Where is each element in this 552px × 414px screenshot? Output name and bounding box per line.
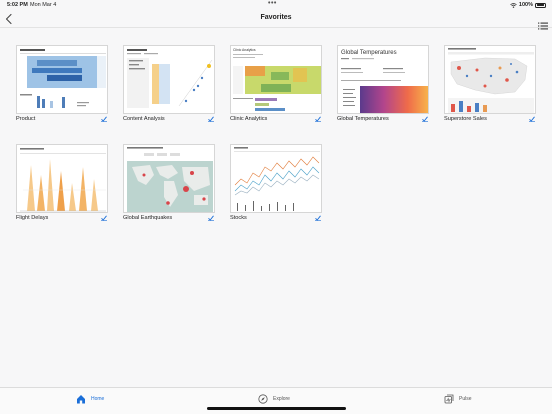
favorite-check-icon[interactable]: [101, 116, 107, 122]
card-label: Content Analysis: [123, 116, 165, 122]
favorite-check-icon[interactable]: [315, 116, 321, 122]
pulse-icon: [444, 394, 454, 404]
workbook-card-product[interactable]: Product: [16, 45, 108, 122]
workbook-thumbnail[interactable]: [230, 144, 322, 213]
workbook-thumbnail[interactable]: [444, 45, 536, 114]
wifi-icon: [510, 2, 517, 8]
workbook-card-global-temperatures[interactable]: Global Temperatures Global Temperatures: [337, 45, 429, 122]
workbook-thumbnail[interactable]: [123, 144, 215, 213]
navigation-bar: Favorites: [0, 10, 552, 28]
card-label: Stocks: [230, 215, 247, 221]
thumbnail-title: Clinic Analytics: [233, 48, 256, 52]
favorite-check-icon[interactable]: [208, 215, 214, 221]
workbook-card-superstore-sales[interactable]: Superstore Sales: [444, 45, 536, 122]
page-title: Favorites: [260, 14, 292, 21]
workbook-card-flight-delays[interactable]: Flight Delays: [16, 144, 108, 221]
card-label-row: Stocks: [230, 215, 322, 223]
workbook-card-content-analysis[interactable]: Content Analysis: [123, 45, 215, 122]
tab-pulse-label: Pulse: [459, 396, 472, 402]
tab-explore-label: Explore: [273, 396, 290, 402]
workbook-thumbnail[interactable]: [16, 45, 108, 114]
tab-explore[interactable]: Explore: [258, 394, 290, 404]
list-view-icon[interactable]: [538, 22, 548, 30]
favorite-check-icon[interactable]: [529, 116, 535, 122]
card-label: Superstore Sales: [444, 116, 487, 122]
compass-icon: [258, 394, 268, 404]
card-label-row: Superstore Sales: [444, 116, 536, 124]
card-label: Product: [16, 116, 36, 122]
workbook-card-global-earthquakes[interactable]: Global Earthquakes: [123, 144, 215, 221]
status-indicators: 100%: [510, 2, 546, 8]
favorite-check-icon[interactable]: [315, 215, 321, 221]
status-date: Mon Mar 4: [30, 2, 57, 8]
card-label-row: Content Analysis: [123, 116, 215, 124]
tab-home[interactable]: Home: [76, 394, 104, 404]
card-label-row: Global Earthquakes: [123, 215, 215, 223]
tab-pulse[interactable]: Pulse: [444, 394, 472, 404]
workbook-thumbnail[interactable]: Global Temperatures: [337, 45, 429, 114]
card-label-row: Flight Delays: [16, 215, 108, 223]
card-label: Global Temperatures: [337, 116, 389, 122]
card-label-row: Global Temperatures: [337, 116, 429, 124]
workbook-thumbnail[interactable]: [16, 144, 108, 213]
battery-percent: 100%: [518, 2, 533, 8]
workbook-card-stocks[interactable]: Stocks: [230, 144, 322, 221]
multitasking-dots-icon[interactable]: •••: [268, 0, 277, 7]
card-label: Flight Delays: [16, 215, 49, 221]
tab-home-label: Home: [91, 396, 105, 402]
home-indicator[interactable]: [207, 407, 346, 410]
thumbnail-title: Global Temperatures: [341, 50, 397, 56]
status-time: 5:02 PM: [7, 2, 28, 8]
favorite-check-icon[interactable]: [422, 116, 428, 122]
favorite-check-icon[interactable]: [208, 116, 214, 122]
house-icon: [77, 395, 85, 404]
card-label: Global Earthquakes: [123, 215, 173, 221]
workbook-thumbnail[interactable]: [123, 45, 215, 114]
battery-icon: [535, 2, 546, 8]
card-label-row: Product: [16, 116, 108, 124]
card-label-row: Clinic Analytics: [230, 116, 322, 124]
workbook-thumbnail[interactable]: Clinic Analytics: [230, 45, 322, 114]
favorite-check-icon[interactable]: [101, 215, 107, 221]
card-label: Clinic Analytics: [230, 116, 268, 122]
status-bar: 5:02 PM Mon Mar 4 ••• 100%: [0, 0, 552, 10]
workbook-card-clinic-analytics[interactable]: Clinic Analytics Clinic Analytics: [230, 45, 322, 122]
